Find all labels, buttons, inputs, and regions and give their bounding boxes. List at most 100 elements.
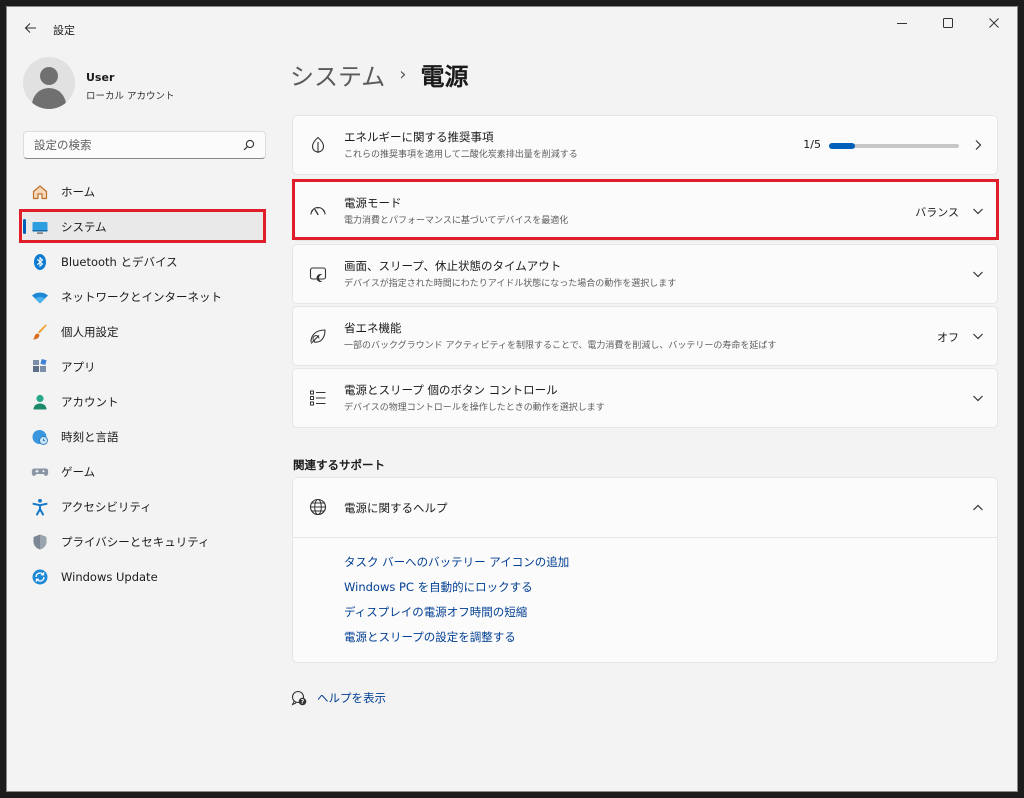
sidebar-item-label: Bluetooth とデバイス: [61, 254, 178, 269]
breadcrumb-separator: ›: [399, 63, 407, 85]
sidebar-item-label: アクセシビリティ: [61, 499, 152, 514]
back-button[interactable]: [15, 15, 45, 41]
energy-saver-title: 省エネ機能: [344, 321, 402, 335]
sidebar-item-label: 時刻と言語: [61, 429, 119, 444]
chevron-up-icon[interactable]: [971, 501, 985, 515]
account-icon: [31, 393, 49, 411]
sidebar-item-label: ネットワークとインターネット: [61, 289, 222, 304]
screen-sleep-icon: [309, 267, 327, 282]
help-link-display-off[interactable]: ディスプレイの電源オフ時間の短縮: [344, 600, 997, 625]
chevron-right-icon: [975, 140, 982, 150]
chevron-down-icon[interactable]: [971, 391, 985, 405]
leaf-icon: [311, 136, 325, 153]
sidebar-item-label: プライバシーとセキュリティ: [61, 534, 210, 549]
help-links-list: タスク バーへのバッテリー アイコンの追加 Windows PC を自動的にロッ…: [293, 538, 997, 650]
sidebar-item-privacy[interactable]: プライバシーとセキュリティ: [23, 525, 266, 558]
energy-saver-desc: 一部のバックグラウンド アクティビティを制限することで、電力消費を削減し、バッテ…: [344, 341, 777, 351]
sidebar-item-personalization[interactable]: 個人用設定: [23, 315, 266, 348]
power-mode-title: 電源モード: [344, 196, 402, 210]
page-title: 電源: [420, 62, 469, 91]
system-icon: [31, 218, 49, 236]
help-link-auto-lock[interactable]: Windows PC を自動的にロックする: [344, 575, 997, 600]
user-profile[interactable]: User ローカル アカウント: [23, 57, 263, 113]
sidebar-item-accounts[interactable]: アカウント: [23, 385, 266, 418]
sidebar-item-apps[interactable]: アプリ: [23, 350, 266, 383]
power-mode-desc: 電力消費とパフォーマンスに基づいてデバイスを最適化: [344, 216, 569, 226]
shield-icon: [31, 533, 49, 551]
help-chat-icon: ?: [291, 690, 307, 706]
power-mode-card[interactable]: 電源モード 電力消費とパフォーマンスに基づいてデバイスを最適化 バランス: [292, 181, 998, 241]
gauge-icon: [310, 206, 326, 216]
energy-saver-card[interactable]: 省エネ機能 一部のバックグラウンド アクティビティを制限することで、電力消費を削…: [292, 306, 998, 366]
account-type: ローカル アカウント: [86, 91, 175, 102]
accessibility-icon: [31, 498, 49, 516]
energy-recommendations-card[interactable]: エネルギーに関する推奨事項 これらの推奨事項を適用して二酸化炭素排出量を削減する…: [292, 115, 998, 175]
power-help-card: 電源に関するヘルプ タスク バーへのバッテリー アイコンの追加 Windows …: [292, 477, 998, 663]
sidebar-item-label: 個人用設定: [61, 324, 119, 339]
power-help-header[interactable]: 電源に関するヘルプ: [293, 478, 997, 538]
app-title: 設定: [53, 24, 75, 37]
home-icon: [31, 183, 49, 201]
globe-icon: [309, 498, 327, 516]
sidebar-item-label: Windows Update: [61, 569, 158, 584]
sidebar-item-system[interactable]: システム: [23, 210, 266, 243]
get-help-link[interactable]: ? ヘルプを表示: [291, 690, 386, 706]
screen-sleep-desc: デバイスが指定された時間にわたりアイドル状態になった場合の動作を選択します: [344, 279, 677, 289]
energy-progress-fill: [829, 143, 855, 149]
title-bar: 設定: [7, 7, 1017, 47]
avatar: [23, 57, 75, 109]
close-button[interactable]: [971, 7, 1017, 39]
close-icon: [989, 18, 999, 28]
energy-saver-value[interactable]: オフ: [937, 329, 959, 345]
sidebar-item-network[interactable]: ネットワークとインターネット: [23, 280, 266, 313]
sidebar-item-windows-update[interactable]: Windows Update: [23, 560, 266, 593]
power-mode-value[interactable]: バランス: [915, 204, 959, 220]
power-buttons-title: 電源とスリープ 個のボタン コントロール: [344, 383, 558, 397]
power-help-title: 電源に関するヘルプ: [344, 501, 448, 515]
power-buttons-card[interactable]: 電源とスリープ 個のボタン コントロール デバイスの物理コントロールを操作したと…: [292, 368, 998, 428]
help-link-battery-icon[interactable]: タスク バーへのバッテリー アイコンの追加: [344, 550, 997, 575]
help-link-power-sleep[interactable]: 電源とスリープの設定を調整する: [344, 625, 997, 650]
power-buttons-desc: デバイスの物理コントロールを操作したときの動作を選択します: [344, 403, 605, 413]
settings-search: [23, 131, 266, 159]
energy-progress-bar: [829, 143, 959, 149]
energy-progress-text: 1/5: [803, 138, 821, 151]
minimize-button[interactable]: [879, 7, 925, 39]
energy-desc: これらの推奨事項を適用して二酸化炭素排出量を削減する: [344, 150, 578, 160]
apps-icon: [31, 358, 49, 376]
sidebar-item-label: システム: [61, 219, 107, 234]
breadcrumb: システム › 電源: [290, 57, 468, 91]
wifi-icon: [31, 288, 49, 306]
chevron-down-icon[interactable]: [971, 329, 985, 343]
list-icon: [310, 390, 326, 406]
time-language-icon: [31, 428, 49, 446]
sidebar-item-label: ゲーム: [61, 464, 96, 479]
energy-title: エネルギーに関する推奨事項: [344, 130, 494, 144]
settings-window: 設定 User ローカル アカウント ホーム: [6, 6, 1018, 792]
search-icon[interactable]: [243, 139, 255, 151]
related-support-title: 関連するサポート: [293, 458, 385, 472]
sidebar-item-home[interactable]: ホーム: [23, 175, 266, 208]
sidebar-item-gaming[interactable]: ゲーム: [23, 455, 266, 488]
energy-saver-leaf-icon: [310, 329, 326, 344]
gamepad-icon: [31, 463, 49, 481]
sidebar-item-label: アプリ: [61, 359, 96, 374]
svg-text:?: ?: [301, 699, 305, 706]
chevron-down-icon[interactable]: [971, 267, 985, 281]
sidebar-item-accessibility[interactable]: アクセシビリティ: [23, 490, 266, 523]
sidebar-item-label: ホーム: [61, 184, 96, 199]
get-help-label: ヘルプを表示: [317, 691, 386, 705]
sidebar-item-time-language[interactable]: 時刻と言語: [23, 420, 266, 453]
sidebar-item-label: アカウント: [61, 394, 119, 409]
update-icon: [31, 568, 49, 586]
chevron-down-icon[interactable]: [971, 204, 985, 218]
maximize-button[interactable]: [925, 7, 971, 39]
bluetooth-icon: [31, 253, 49, 271]
minimize-icon: [897, 23, 907, 24]
search-input[interactable]: [24, 132, 234, 158]
breadcrumb-parent[interactable]: システム: [290, 57, 385, 92]
maximize-icon: [943, 18, 953, 28]
screen-sleep-card[interactable]: 画面、スリープ、休止状態のタイムアウト デバイスが指定された時間にわたりアイドル…: [292, 244, 998, 304]
brush-icon: [31, 323, 49, 341]
sidebar-item-bluetooth[interactable]: Bluetooth とデバイス: [23, 245, 266, 278]
